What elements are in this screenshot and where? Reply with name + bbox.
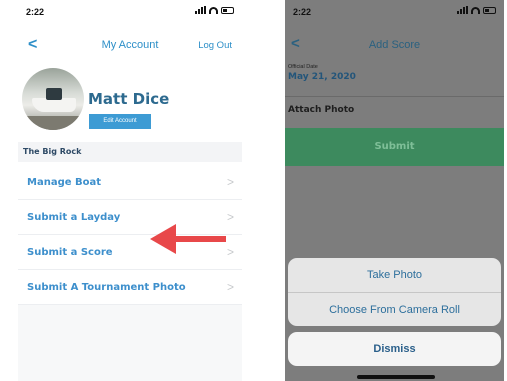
page-title: Add Score (368, 39, 421, 51)
take-photo-option[interactable]: Take Photo (288, 258, 501, 292)
chevron-right-icon: > (226, 175, 234, 189)
menu-item-submit-tournament-photo[interactable]: Submit A Tournament Photo > (18, 270, 242, 305)
profile-header: Matt Dice Edit Account (18, 66, 242, 138)
profile-name: Matt Dice (88, 90, 170, 108)
nav-bar: < My Account Log Out (18, 30, 242, 60)
menu-item-label: Submit A Tournament Photo (27, 282, 186, 293)
menu-item-label: Manage Boat (27, 177, 102, 188)
battery-icon (483, 6, 496, 14)
action-sheet: Take Photo Choose From Camera Roll (288, 258, 501, 326)
signal-icon (457, 6, 468, 14)
avatar (22, 68, 84, 130)
chevron-right-icon: > (226, 210, 234, 224)
home-indicator (357, 375, 435, 379)
signal-icon (195, 6, 206, 14)
dismiss-button[interactable]: Dismiss (288, 332, 501, 366)
section-header: The Big Rock (18, 142, 242, 162)
wifi-icon (471, 6, 480, 14)
nav-bar: < Add Score (285, 32, 504, 56)
menu-item-manage-boat[interactable]: Manage Boat > (18, 165, 242, 200)
wifi-icon (209, 6, 218, 14)
status-time: 2:22 (293, 7, 312, 17)
menu-item-label: Submit a Score (27, 247, 113, 258)
status-bar: 2:22 (18, 0, 242, 22)
add-score-screen: 2:22 < Add Score Official Date May 21, 2… (285, 0, 504, 381)
status-icons (457, 6, 496, 14)
empty-area (18, 305, 242, 381)
official-date-field[interactable]: Official Date May 21, 2020 (288, 64, 356, 82)
divider (285, 96, 504, 97)
logout-button[interactable]: Log Out (198, 40, 232, 51)
status-icons (195, 6, 234, 14)
my-account-screen: 2:22 < My Account Log Out Matt Dice Edit… (18, 0, 242, 381)
camera-roll-option[interactable]: Choose From Camera Roll (288, 292, 501, 326)
edit-account-button[interactable]: Edit Account (89, 114, 151, 129)
attach-photo-label[interactable]: Attach Photo (288, 105, 354, 115)
chevron-right-icon: > (226, 245, 234, 259)
menu-item-label: Submit a Layday (27, 212, 121, 223)
red-arrow-icon (150, 224, 226, 254)
battery-icon (221, 6, 234, 14)
status-bar: 2:22 (285, 0, 504, 22)
status-time: 2:22 (26, 7, 45, 17)
official-date-caption: Official Date (288, 64, 318, 70)
official-date-value: May 21, 2020 (288, 72, 356, 82)
submit-button[interactable]: Submit (285, 128, 504, 166)
chevron-right-icon: > (226, 280, 234, 294)
